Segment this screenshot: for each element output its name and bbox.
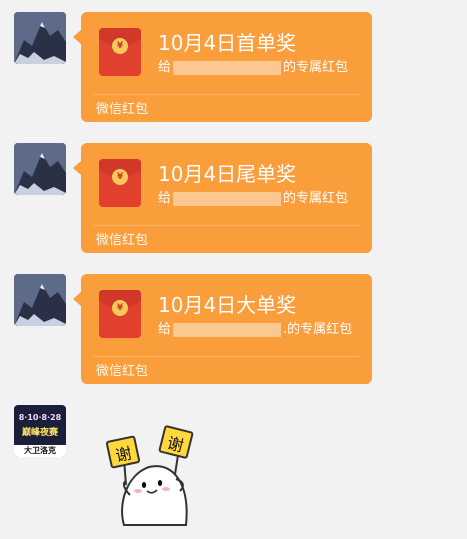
red-envelope-icon: ¥ xyxy=(99,159,141,207)
redacted-name xyxy=(173,191,282,206)
red-packet-title: 10月4日尾单奖 xyxy=(158,162,297,186)
red-packet-bubble[interactable]: ¥ 10月4日尾单奖 给的专属红包 微信红包 xyxy=(73,143,372,253)
divider xyxy=(93,356,360,357)
avatar[interactable]: 8·10·8·28 巅峰夜赛 大卫洛克 xyxy=(14,405,66,457)
red-packet-recipient: 给 .的专属红包 xyxy=(158,322,353,337)
redacted-name xyxy=(173,322,282,337)
red-packet-title: 10月4日首单奖 xyxy=(158,31,297,55)
red-packet-bubble[interactable]: ¥ 10月4日首单奖 给的专属红包 微信红包 xyxy=(73,12,372,122)
red-packet-bubble[interactable]: ¥ 10月4日大单奖 给 .的专属红包 微信红包 xyxy=(73,274,372,384)
red-packet-recipient: 给的专属红包 xyxy=(158,191,349,206)
red-packet-title: 10月4日大单奖 xyxy=(158,293,297,317)
divider xyxy=(93,94,360,95)
red-packet-recipient: 给的专属红包 xyxy=(158,60,349,75)
red-packet-footer: 微信红包 xyxy=(96,233,149,248)
thanks-sticker[interactable]: 谢 谢 xyxy=(104,425,204,530)
avatar[interactable] xyxy=(14,12,66,64)
divider xyxy=(93,225,360,226)
avatar[interactable] xyxy=(14,274,66,326)
red-envelope-icon: ¥ xyxy=(99,28,141,76)
avatar[interactable] xyxy=(14,143,66,195)
red-envelope-icon: ¥ xyxy=(99,290,141,338)
red-packet-footer: 微信红包 xyxy=(96,102,149,117)
red-packet-footer: 微信红包 xyxy=(96,364,149,379)
redacted-name xyxy=(173,60,282,75)
